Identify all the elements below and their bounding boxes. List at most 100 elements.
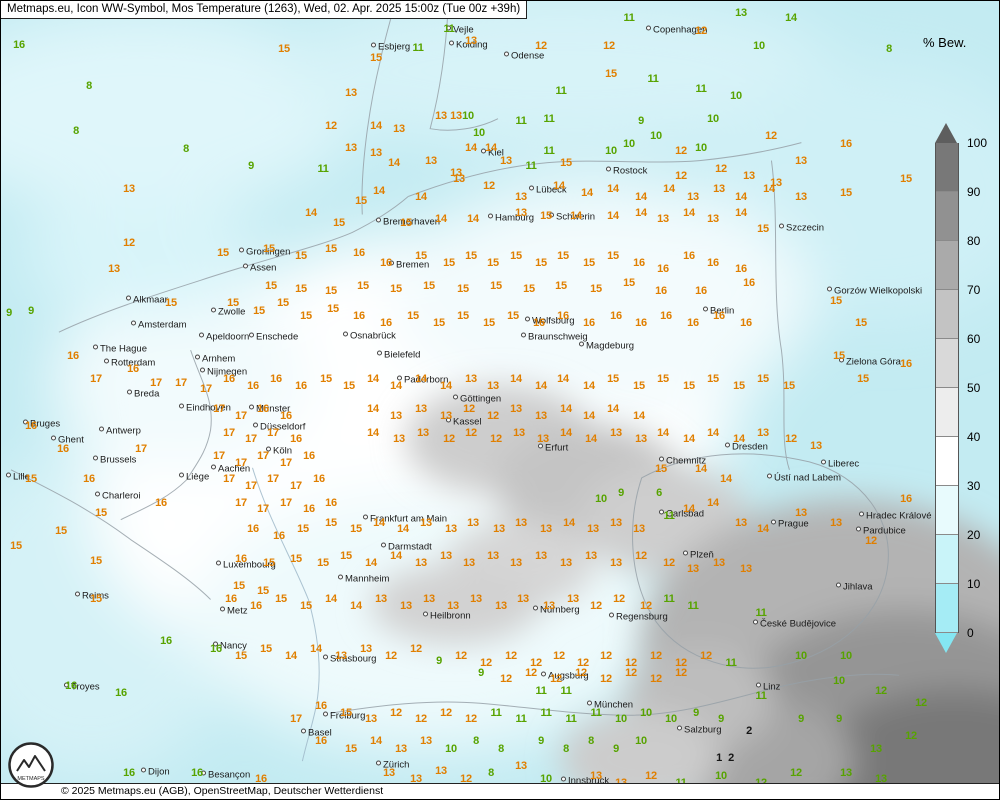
temp-value: 14: [367, 373, 379, 385]
temp-value: 14: [695, 463, 707, 475]
city-marker-icon: [51, 436, 56, 441]
city-label: Salzburg: [677, 725, 722, 736]
temp-value: 14: [325, 593, 337, 605]
temp-value: 14: [707, 497, 719, 509]
temp-value: 13: [375, 593, 387, 605]
temp-value: 1: [716, 752, 722, 764]
city-marker-icon: [659, 457, 664, 462]
temp-value: 13: [713, 557, 725, 569]
temp-value: 13: [707, 213, 719, 225]
footer-bar: © 2025 Metmaps.eu (AGB), OpenStreetMap, …: [1, 783, 999, 799]
legend-tick: 20: [967, 528, 980, 542]
temp-value: 8: [73, 125, 79, 137]
temp-value: 16: [191, 767, 203, 779]
city-marker-icon: [725, 443, 730, 448]
temp-value: 14: [440, 380, 452, 392]
temp-value: 16: [743, 277, 755, 289]
temp-value: 13: [515, 207, 527, 219]
temp-value: 13: [635, 433, 647, 445]
temp-value: 11: [515, 115, 526, 127]
temp-value: 13: [585, 550, 597, 562]
temp-value: 15: [655, 463, 667, 475]
city-marker-icon: [423, 612, 428, 617]
temp-value: 15: [257, 585, 269, 597]
temp-value: 15: [583, 257, 595, 269]
city-marker-icon: [453, 395, 458, 400]
temp-value: 8: [488, 767, 494, 779]
temp-value: 16: [155, 497, 167, 509]
temp-value: 16: [290, 433, 302, 445]
temp-value: 15: [555, 280, 567, 292]
metmaps-logo: METMAPS: [7, 741, 55, 794]
city-label: Enschede: [249, 332, 298, 343]
temp-value: 8: [183, 143, 189, 155]
city-marker-icon: [756, 683, 761, 688]
temp-value: 16: [67, 350, 79, 362]
temp-value: 16: [115, 687, 127, 699]
legend-arrow-top: [935, 123, 957, 143]
temp-value: 11: [443, 23, 454, 35]
city-marker-icon: [93, 456, 98, 461]
legend-tick: 90: [967, 185, 980, 199]
city-marker-icon: [504, 52, 509, 57]
temp-value: 14: [415, 191, 427, 203]
temp-value: 12: [590, 600, 602, 612]
temp-value: 13: [870, 743, 882, 755]
temp-value: 10: [707, 113, 719, 125]
city-label: Assen: [243, 263, 276, 274]
temp-value: 14: [510, 373, 522, 385]
temp-value: 13: [740, 563, 752, 575]
temp-value: 11: [755, 690, 766, 702]
temp-value: 10: [635, 735, 647, 747]
temp-value: 15: [227, 297, 239, 309]
temp-value: 13: [510, 403, 522, 415]
temp-value: 15: [300, 310, 312, 322]
city-label: Heilbronn: [423, 611, 471, 622]
temp-value: 15: [343, 380, 355, 392]
temp-value: 14: [707, 427, 719, 439]
temp-value: 13: [487, 380, 499, 392]
temp-value: 16: [247, 523, 259, 535]
temp-value: 11: [663, 593, 674, 605]
temp-value: 16: [707, 257, 719, 269]
temp-value: 14: [367, 403, 379, 415]
temp-value: 15: [590, 283, 602, 295]
temp-value: 9: [248, 160, 254, 172]
city-marker-icon: [533, 606, 538, 611]
city-label: Rostock: [606, 166, 647, 177]
city-marker-icon: [579, 342, 584, 347]
temp-value: 16: [325, 497, 337, 509]
temp-value: 10: [640, 707, 652, 719]
temp-value: 15: [560, 157, 572, 169]
temp-value: 17: [235, 457, 247, 469]
legend-tick: 40: [967, 430, 980, 444]
city-marker-icon: [767, 474, 772, 479]
temp-value: 15: [487, 257, 499, 269]
temp-value: 16: [57, 443, 69, 455]
temp-value: 12: [675, 667, 687, 679]
temp-value: 12: [625, 667, 637, 679]
city-marker-icon: [211, 465, 216, 470]
city-marker-icon: [371, 43, 376, 48]
map-layer[interactable]: 1688891513151111131212111213101481111151…: [1, 1, 999, 799]
temp-value: 16: [225, 593, 237, 605]
temp-value: 13: [513, 427, 525, 439]
temp-value: 14: [415, 373, 427, 385]
legend-tick: 80: [967, 234, 980, 248]
temp-value: 10: [730, 90, 742, 102]
temp-value: 12: [525, 667, 537, 679]
temp-value: 13: [560, 557, 572, 569]
temp-value: 13: [510, 557, 522, 569]
temp-value: 15: [607, 373, 619, 385]
temp-value: 11: [540, 707, 551, 719]
temp-value: 15: [707, 373, 719, 385]
temp-value: 12: [603, 40, 615, 52]
city-marker-icon: [541, 672, 546, 677]
temp-value: 16: [610, 310, 622, 322]
legend-segment: [936, 143, 958, 192]
temp-value: 12: [865, 535, 877, 547]
temp-value: 11: [695, 83, 706, 95]
city-label: Strasbourg: [323, 654, 376, 665]
temp-value: 16: [635, 317, 647, 329]
weather-map-page: 1688891513151111131212111213101481111151…: [0, 0, 1000, 800]
